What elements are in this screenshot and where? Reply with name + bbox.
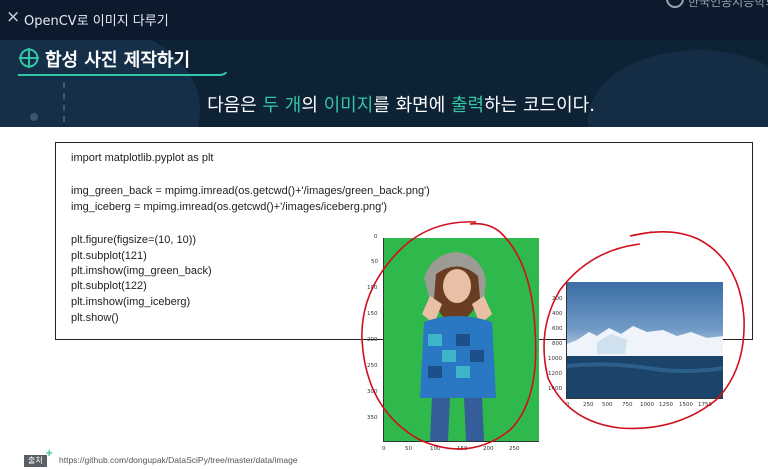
left-plot-y-tick: 200 — [367, 337, 378, 343]
right-plot-x-tick: 1500 — [679, 402, 693, 408]
code-line: plt.figure(figsize=(10, 10)) — [71, 234, 197, 246]
code-line: plt.show() — [71, 312, 119, 324]
right-plot-x-tick: 500 — [602, 402, 613, 408]
left-plot-x-tick: 0 — [382, 446, 386, 452]
code-line: plt.imshow(img_iceberg) — [71, 296, 191, 308]
subtitle-text: 하는 코드이다. — [484, 95, 595, 116]
right-plot-y-tick: 800 — [552, 341, 563, 347]
logo-text: 한국인공지능학회 — [688, 0, 768, 9]
green-back-image — [384, 238, 539, 441]
left-plot-x-axis — [383, 441, 539, 442]
logo-emblem-icon — [666, 0, 684, 8]
left-plot-y-tick: 250 — [367, 363, 378, 369]
subtitle-highlight: 이미지 — [323, 95, 374, 116]
right-plot-x-axis — [566, 398, 723, 399]
university-logo: 한국인공지능학회 — [664, 0, 768, 12]
section-title-text: 합성 사진 제작하기 — [45, 50, 191, 71]
source-badge: 출처 — [24, 455, 47, 467]
right-plot-y-tick: 1400 — [548, 386, 562, 392]
section-title-underline — [18, 72, 227, 76]
woman-figure-illustration — [420, 252, 496, 441]
right-plot-y-tick: 400 — [552, 311, 563, 317]
left-plot-y-tick: 150 — [367, 311, 378, 317]
iceberg-illustration — [567, 326, 723, 398]
left-plot-x-tick: 100 — [430, 446, 441, 452]
right-plot-y-tick: 1200 — [548, 371, 562, 377]
right-plot-x-tick: 1750 — [698, 402, 712, 408]
code-line: import matplotlib.pyplot as plt — [71, 152, 214, 164]
right-plot-x-tick: 750 — [622, 402, 633, 408]
right-plot-y-tick: 200 — [552, 296, 563, 302]
slide-subtitle: 다음은 두 개의 이미지를 화면에 출력하는 코드이다. — [0, 91, 768, 117]
right-plot-y-tick: 600 — [552, 326, 563, 332]
course-title: OpenCV로 이미지 다루기 — [24, 14, 169, 29]
left-plot-y-axis — [383, 238, 384, 442]
left-plot-y-tick: 100 — [367, 285, 378, 291]
left-plot-x-tick: 150 — [457, 446, 468, 452]
code-line: plt.subplot(121) — [71, 250, 147, 262]
left-plot-x-tick: 200 — [483, 446, 494, 452]
close-icon[interactable]: × — [6, 9, 20, 26]
code-line: plt.imshow(img_green_back) — [71, 265, 212, 277]
top-bar: × OpenCV로 이미지 다루기 한국인공지능학회 — [0, 0, 768, 40]
left-plot-x-tick: 250 — [509, 446, 520, 452]
subtitle-text: 다음은 — [207, 95, 263, 116]
subtitle-highlight: 두 개 — [262, 95, 302, 116]
subtitle-text: 를 화면에 — [373, 95, 451, 116]
crosshair-target-icon — [19, 48, 39, 68]
left-plot-y-tick: 350 — [367, 415, 378, 421]
code-line: img_green_back = mpimg.imread(os.getcwd(… — [71, 185, 430, 197]
right-plot-x-tick: 0 — [566, 402, 570, 408]
right-plot-x-tick: 1250 — [659, 402, 673, 408]
left-plot-y-tick: 300 — [367, 389, 378, 395]
subtitle-text: 의 — [301, 95, 324, 116]
source-link[interactable]: https://github.com/dongupak/DataSciPy/tr… — [59, 455, 298, 465]
code-line: plt.subplot(122) — [71, 280, 147, 292]
iceberg-image — [567, 282, 723, 398]
left-plot-y-tick: 0 — [374, 234, 378, 240]
right-plot-x-tick: 250 — [583, 402, 594, 408]
left-plot-y-tick: 50 — [371, 259, 378, 265]
subtitle-highlight: 출력 — [450, 95, 485, 116]
plus-icon: + — [45, 448, 54, 459]
right-plot-y-tick: 1000 — [548, 356, 562, 362]
left-plot-x-tick: 50 — [405, 446, 412, 452]
right-plot-x-tick: 1000 — [640, 402, 654, 408]
code-line: img_iceberg = mpimg.imread(os.getcwd()+'… — [71, 201, 388, 213]
right-plot-y-axis — [566, 282, 567, 399]
